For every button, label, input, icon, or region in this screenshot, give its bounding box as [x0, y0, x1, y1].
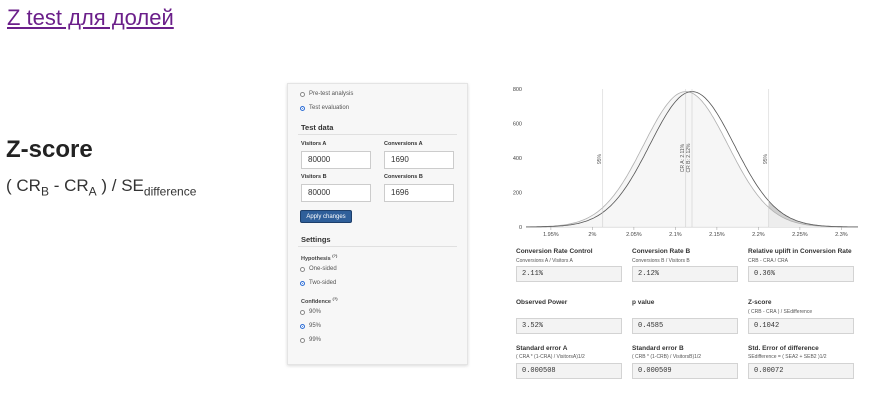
radio-one-sided[interactable]: One-sided — [300, 266, 337, 272]
se-diff-formula: SEdifference = ( SEA2 + SEB2 )1/2 — [748, 354, 827, 360]
radio-confidence-99[interactable]: 99% — [300, 337, 321, 343]
y-tick-label: 600 — [513, 122, 522, 128]
radio-confidence-99-label: 99% — [309, 337, 322, 343]
radio-one-sided-dot[interactable] — [300, 266, 305, 272]
results-panel: 800 600 400 200 0 1.95% 2% 2.05% 2.1% 2.15% 2.2% 2.… — [496, 83, 872, 386]
visitors-b-label: Visitors B — [301, 174, 327, 180]
y-tick-label: 800 — [513, 87, 522, 93]
uplift-label: Relative uplift in Conversion Rate — [748, 248, 852, 255]
zscore-metric-formula: ( CRB - CRA ) / SEdifference — [748, 309, 813, 315]
radio-two-sided-dot[interactable] — [300, 280, 305, 286]
se-b-formula: ( CRB * (1-CRB) / VisitorsB)1/2 — [632, 354, 702, 360]
cr-control-formula: Conversions A / Visitors A — [516, 258, 573, 264]
se-diff-value: 0.00072 — [748, 363, 854, 379]
x-tick-label: 2.25% — [792, 232, 808, 238]
conversions-b-label: Conversions B — [384, 174, 423, 180]
x-tick-label: 2.05% — [626, 232, 642, 238]
x-tick-label: 2.1% — [669, 232, 682, 238]
radio-pre-test-label: Pre-test analysis — [309, 91, 354, 97]
x-tick-label: 2.15% — [709, 232, 725, 238]
hypothesis-help[interactable]: (?) — [332, 253, 337, 258]
se-a-value: 0.000508 — [516, 363, 622, 379]
conversions-b-input[interactable]: 1696 — [384, 184, 454, 202]
se-diff-label: Std. Error of difference — [748, 345, 819, 352]
radio-pre-test[interactable]: Pre-test analysis — [300, 91, 353, 97]
conversions-a-label: Conversions A — [384, 141, 423, 147]
pvalue-label: p value — [632, 299, 655, 306]
radio-pre-test-dot[interactable] — [300, 91, 305, 97]
hypothesis-label: Hypothesis (?) — [301, 253, 337, 262]
radio-test-evaluation-dot[interactable] — [300, 105, 305, 111]
confidence-help[interactable]: (?) — [332, 296, 337, 301]
input-panel: Pre-test analysis Test evaluation Test d… — [287, 83, 468, 365]
formula-open: ( CR — [6, 176, 41, 195]
annotation-label: 95% — [597, 153, 603, 164]
confidence-label-text: Confidence — [301, 298, 331, 305]
annotation-label: CR A: 2.11% — [680, 143, 686, 172]
zscore-heading: Z-score — [6, 136, 93, 163]
formula-close: ) / SE — [96, 176, 144, 195]
pvalue-value: 0.4585 — [632, 318, 738, 334]
se-a-formula: ( CRA * (1-CRA) / VisitorsA)1/2 — [516, 354, 585, 360]
x-tick-label: 2.2% — [752, 232, 765, 238]
radio-confidence-95[interactable]: 95% — [300, 323, 321, 329]
zscore-metric-label: Z-score — [748, 299, 772, 306]
cr-control-label: Conversion Rate Control — [516, 248, 593, 255]
y-tick-label: 200 — [513, 191, 522, 197]
se-b-label: Standard error B — [632, 345, 684, 352]
zscore-formula: ( CRB - CRA ) / SEdifference — [6, 176, 196, 198]
settings-heading: Settings — [301, 235, 331, 244]
annotation-label: 95% — [763, 153, 769, 164]
radio-one-sided-label: One-sided — [309, 266, 337, 272]
apply-changes-button[interactable]: Apply changes — [300, 210, 352, 223]
divider — [298, 134, 457, 135]
cr-b-formula: Conversions B / Visitors B — [632, 258, 690, 264]
annotation-label: CR B: 2.12% — [686, 143, 692, 172]
radio-confidence-90-dot[interactable] — [300, 309, 305, 315]
test-data-heading: Test data — [301, 123, 334, 132]
radio-confidence-99-dot[interactable] — [300, 337, 305, 343]
formula-sub-a: A — [88, 184, 97, 199]
radio-test-evaluation-label: Test evaluation — [309, 105, 350, 111]
divider — [298, 246, 457, 247]
x-tick-label: 2.3% — [835, 232, 848, 238]
uplift-value: 0.36% — [748, 266, 854, 282]
hypothesis-label-text: Hypothesis — [301, 255, 331, 262]
zscore-metric-value: 0.1042 — [748, 318, 854, 334]
y-tick-label: 400 — [513, 156, 522, 162]
uplift-formula: CRB - CRA / CRA — [748, 258, 789, 264]
se-b-value: 0.000509 — [632, 363, 738, 379]
radio-test-evaluation[interactable]: Test evaluation — [300, 105, 349, 111]
radio-confidence-95-label: 95% — [309, 323, 322, 329]
radio-confidence-90[interactable]: 90% — [300, 309, 321, 315]
y-tick-label: 0 — [519, 225, 522, 231]
confidence-label: Confidence (?) — [301, 296, 338, 305]
power-value: 3.52% — [516, 318, 622, 334]
visitors-a-input[interactable]: 80000 — [301, 151, 371, 169]
formula-sub-b: B — [40, 184, 49, 199]
formula-minus: - CR — [48, 176, 89, 195]
conversions-a-input[interactable]: 1690 — [384, 151, 454, 169]
se-a-label: Standard error A — [516, 345, 568, 352]
x-tick-label: 1.95% — [543, 232, 559, 238]
radio-confidence-95-dot[interactable] — [300, 323, 305, 329]
visitors-b-input[interactable]: 80000 — [301, 184, 371, 202]
cr-b-label: Conversion Rate B — [632, 248, 691, 255]
visitors-a-label: Visitors A — [301, 141, 327, 147]
radio-confidence-90-label: 90% — [309, 309, 322, 315]
page-title-link[interactable]: Z test для долей — [7, 5, 174, 31]
x-tick-label: 2% — [588, 232, 596, 238]
distribution-chart: 800 600 400 200 0 1.95% 2% 2.05% 2.1% 2.15% 2.2% 2.… — [513, 87, 858, 238]
power-label: Observed Power — [516, 299, 568, 306]
cr-control-value: 2.11% — [516, 266, 622, 282]
radio-two-sided[interactable]: Two-sided — [300, 280, 336, 286]
radio-two-sided-label: Two-sided — [309, 280, 337, 286]
formula-sub-diff: difference — [143, 184, 197, 199]
cr-b-value: 2.12% — [632, 266, 738, 282]
